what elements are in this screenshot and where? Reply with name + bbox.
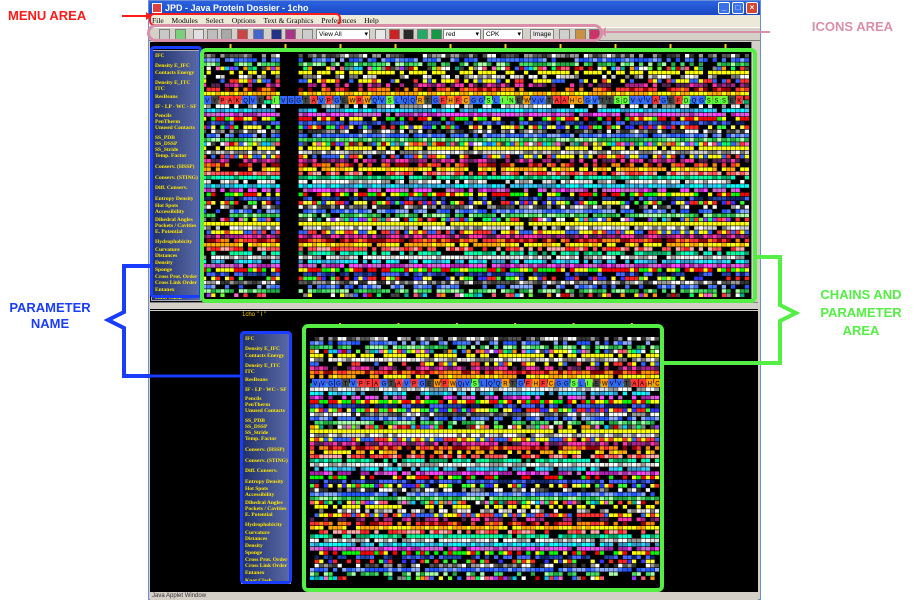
minimize-button[interactable]: _ bbox=[718, 2, 730, 14]
maximize-button[interactable]: □ bbox=[732, 2, 744, 14]
window-title: JPD - Java Protein Dossier - 1cho bbox=[165, 3, 309, 13]
close-button[interactable]: × bbox=[746, 2, 758, 14]
app-icon bbox=[152, 3, 162, 13]
